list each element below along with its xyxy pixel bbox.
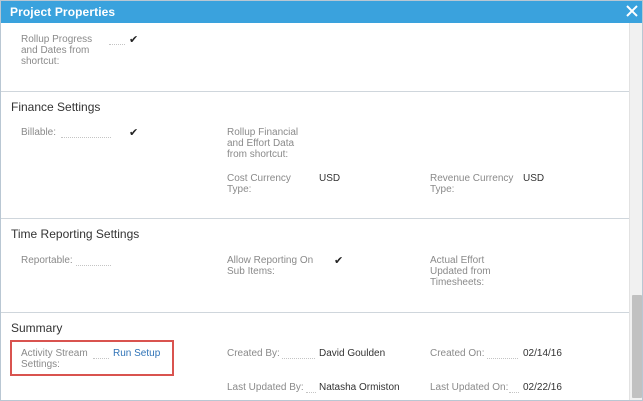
finance-settings-title: Finance Settings [11, 100, 101, 114]
reportable-label: Reportable: [21, 255, 73, 266]
leader-line [109, 44, 125, 45]
last-updated-by-label: Last Updated By: [227, 382, 304, 393]
scrollbar-thumb[interactable] [632, 295, 642, 398]
vertical-scrollbar[interactable] [629, 23, 642, 400]
summary-title: Summary [11, 321, 63, 335]
leader-line [76, 265, 111, 266]
section-divider [1, 218, 629, 219]
leader-line [61, 137, 111, 138]
project-properties-dialog: Project Properties Rollup Progress and D… [0, 0, 643, 401]
close-icon[interactable] [623, 2, 641, 20]
last-updated-by-value: Natasha Ormiston [319, 382, 400, 393]
last-updated-on-label: Last Updated On: [430, 382, 509, 393]
section-divider [1, 312, 629, 313]
checkmark-icon: ✔ [334, 255, 344, 267]
checkmark-icon: ✔ [129, 34, 139, 46]
section-divider [1, 91, 629, 92]
revenue-currency-value: USD [523, 173, 545, 184]
created-by-value: David Goulden [319, 348, 386, 359]
dialog-titlebar: Project Properties [1, 1, 642, 23]
revenue-currency-label: Revenue Currency Type: [430, 173, 514, 195]
billable-label: Billable: [21, 127, 57, 138]
leader-line [487, 358, 518, 359]
rollup-financial-label: Rollup Financial and Effort Data from sh… [227, 127, 299, 160]
last-updated-on-value: 02/22/16 [523, 382, 562, 393]
dialog-title: Project Properties [10, 5, 116, 19]
created-on-label: Created On: [430, 348, 485, 359]
checkmark-icon: ✔ [129, 127, 139, 139]
cost-currency-value: USD [319, 173, 341, 184]
leader-line [306, 392, 316, 393]
actual-effort-label: Actual Effort Updated from Timesheets: [430, 255, 491, 288]
cost-currency-label: Cost Currency Type: [227, 173, 291, 195]
time-reporting-title: Time Reporting Settings [11, 227, 140, 241]
leader-line [509, 392, 519, 393]
rollup-progress-label: Rollup Progress and Dates from shortcut: [21, 34, 93, 67]
created-on-value: 02/14/16 [523, 348, 562, 359]
highlight-box [10, 340, 174, 376]
leader-line [282, 358, 315, 359]
allow-reporting-label: Allow Reporting On Sub Items: [227, 255, 314, 277]
created-by-label: Created By: [227, 348, 280, 359]
